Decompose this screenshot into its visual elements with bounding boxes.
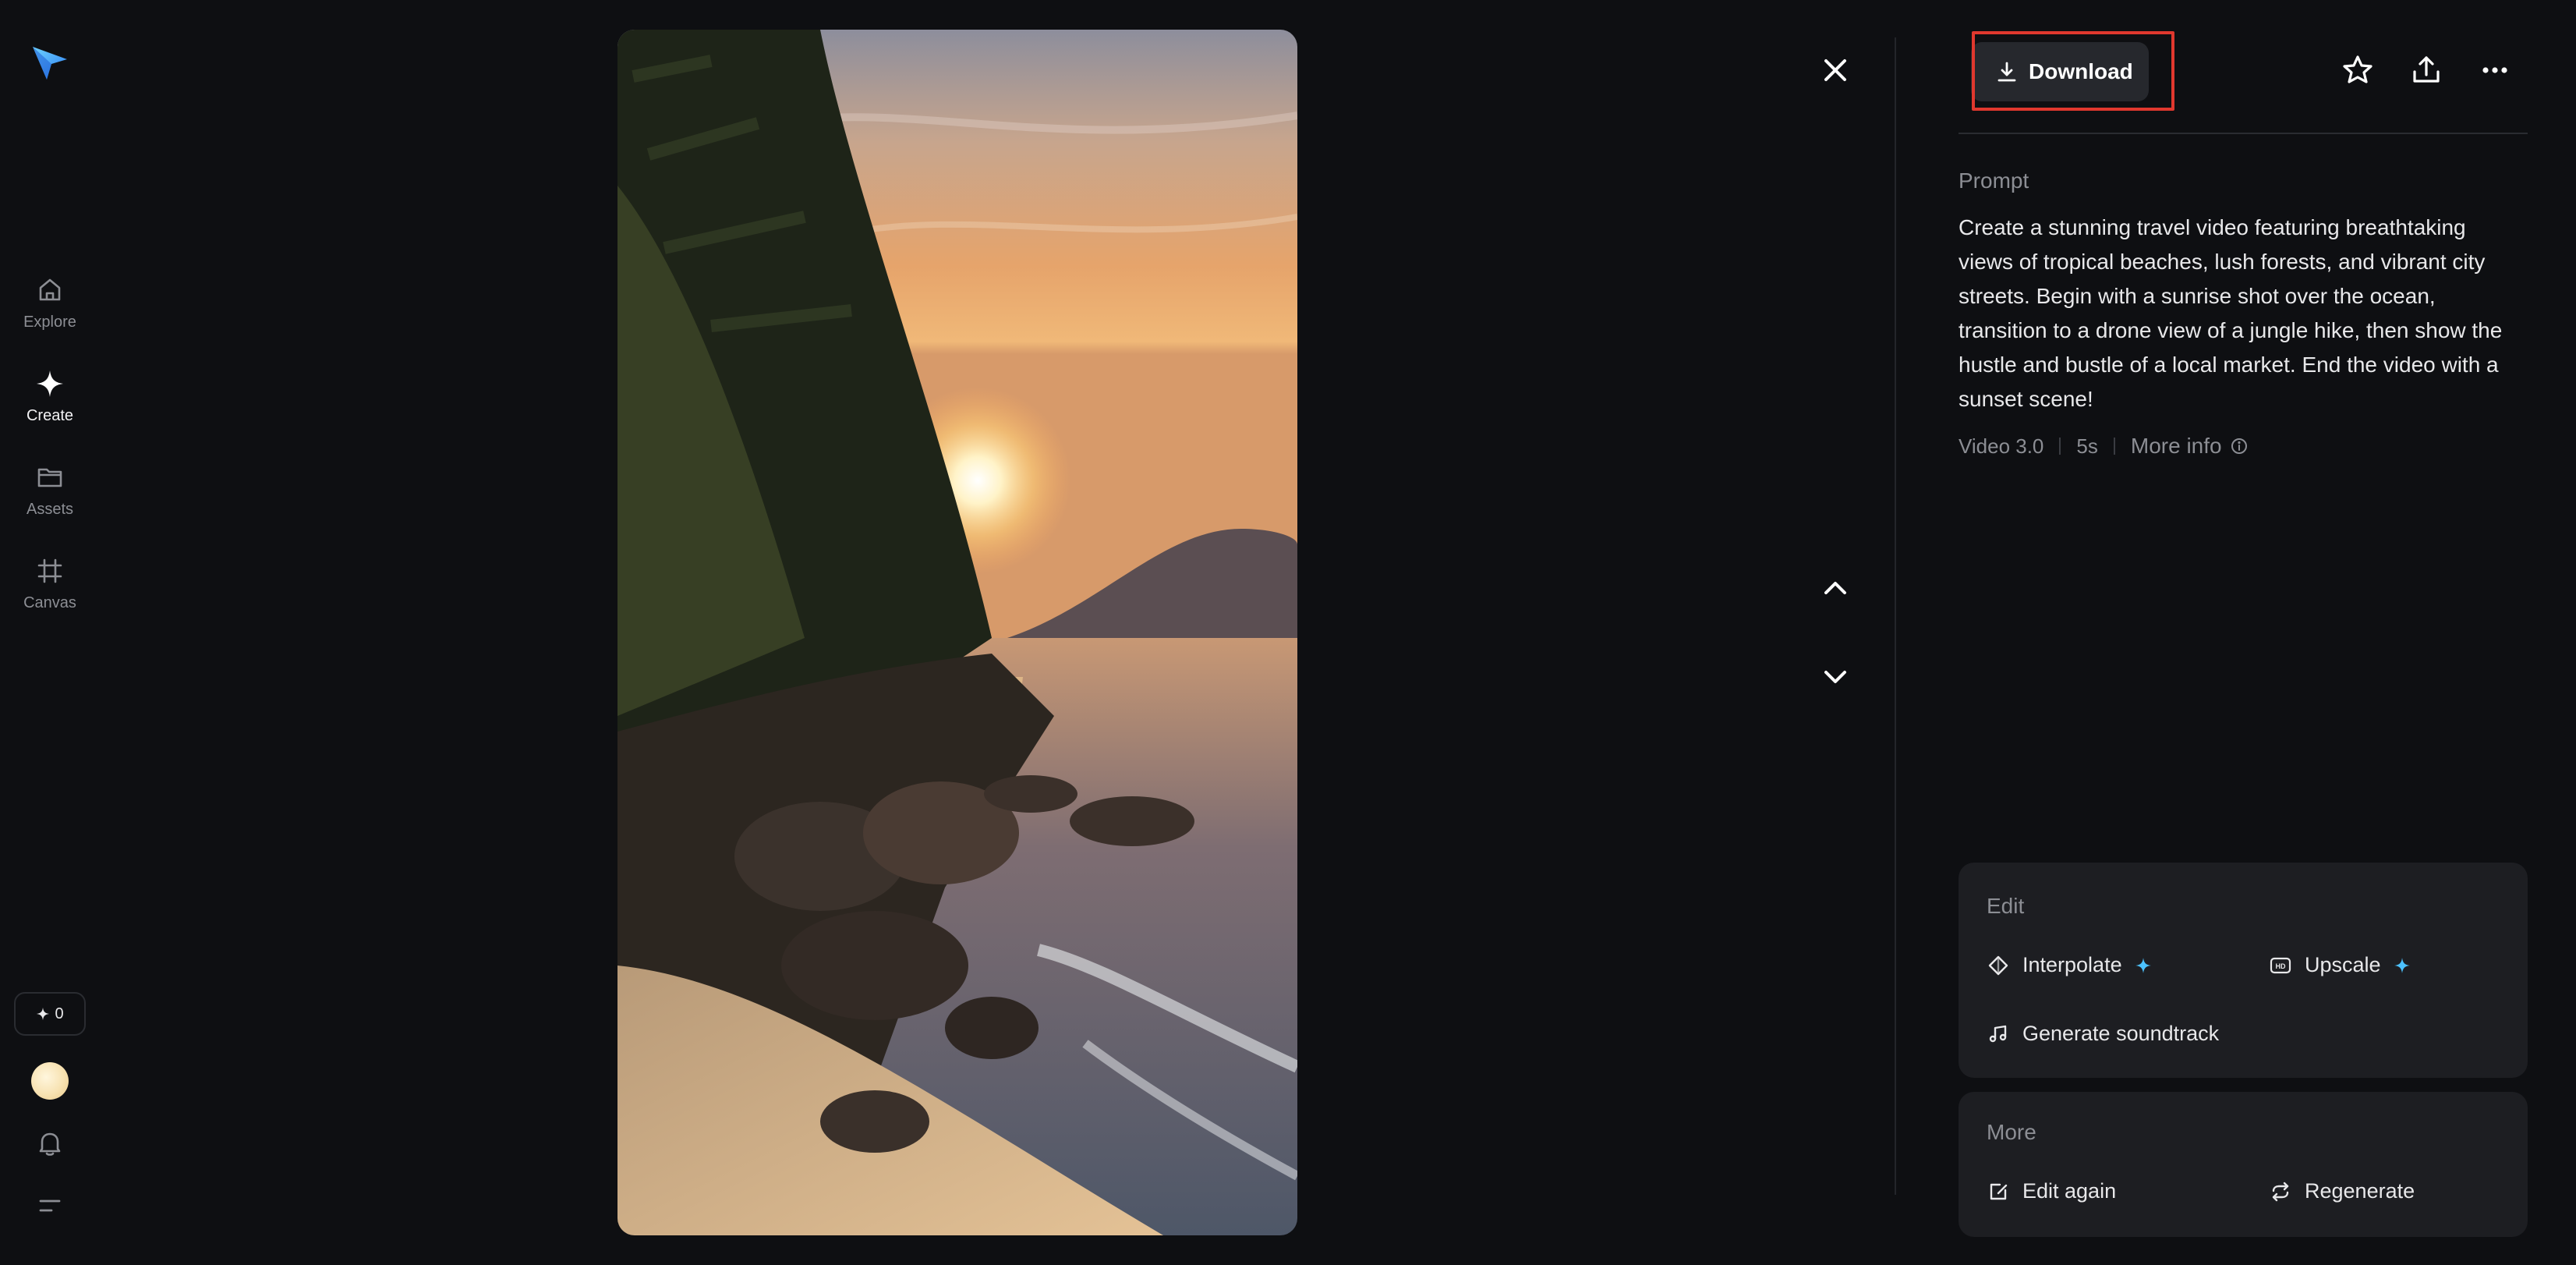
credits-badge[interactable]: 0: [14, 992, 86, 1036]
logo-icon[interactable]: [30, 42, 70, 83]
interpolate-label: Interpolate: [2022, 953, 2122, 976]
edit-icon: [1990, 1183, 2008, 1199]
avatar[interactable]: [31, 1062, 69, 1100]
more-info-label: More info: [2130, 434, 2222, 458]
prompt-label: Prompt: [1959, 168, 2029, 193]
sparkle-icon: [2135, 957, 2151, 973]
model-version: Video 3.0: [1959, 434, 2044, 458]
sidebar: Explore Create Assets Canvas 0: [0, 0, 100, 1265]
edit-again-button[interactable]: Edit again: [1987, 1179, 2116, 1203]
share-icon[interactable]: [2408, 51, 2445, 89]
sidebar-item-label: Assets: [26, 501, 74, 518]
prompt-text: Create a stunning travel video featuring…: [1959, 215, 2503, 411]
credits-count: 0: [55, 1005, 64, 1022]
panel-divider: [1895, 37, 1896, 1195]
upscale-button[interactable]: HD Upscale: [2269, 953, 2411, 977]
interpolate-button[interactable]: Interpolate: [1987, 953, 2152, 977]
sidebar-item-assets[interactable]: Assets: [0, 462, 100, 540]
sidebar-item-label: Create: [26, 407, 74, 424]
edit-card: Edit Interpolate HD Upscale Generate sou…: [1959, 863, 2528, 1078]
sparkle-icon: [37, 1007, 50, 1021]
download-button[interactable]: Download: [1971, 42, 2149, 101]
more-info-link[interactable]: More info: [2131, 434, 2249, 459]
edit-again-label: Edit again: [2022, 1179, 2117, 1203]
bell-icon[interactable]: [34, 1128, 65, 1159]
star-icon[interactable]: [2339, 51, 2376, 89]
sparkle-icon: [37, 370, 63, 397]
sparkle-icon: [2394, 957, 2410, 973]
sidebar-item-canvas[interactable]: Canvas: [0, 555, 100, 633]
hd-icon: HD: [2270, 957, 2291, 973]
info-icon: [2231, 438, 2247, 454]
more-card-title: More: [1987, 1120, 2036, 1144]
more-card: More Edit again Regenerate: [1959, 1092, 2528, 1237]
duration: 5s: [2076, 434, 2098, 458]
video-preview[interactable]: [617, 30, 1297, 1235]
regenerate-icon: [2272, 1182, 2289, 1201]
sidebar-item-label: Canvas: [23, 594, 76, 611]
regenerate-button[interactable]: Regenerate: [2269, 1179, 2415, 1203]
sidebar-item-explore[interactable]: Explore: [0, 275, 100, 353]
svg-text:HD: HD: [2276, 962, 2286, 970]
generate-soundtrack-button[interactable]: Generate soundtrack: [1987, 1022, 2219, 1046]
generate-soundtrack-label: Generate soundtrack: [2022, 1022, 2220, 1045]
frame-icon: [37, 558, 62, 583]
folder-icon: [37, 468, 62, 487]
chevron-up-icon[interactable]: [1817, 569, 1854, 607]
chevron-down-icon[interactable]: [1817, 658, 1854, 696]
meta-separator: [2059, 438, 2061, 455]
sidebar-item-create[interactable]: Create: [0, 368, 100, 446]
meta-row: Video 3.0 5s More info: [1959, 434, 2249, 459]
interpolate-icon: [1988, 955, 2008, 975]
download-label: Download: [2029, 59, 2133, 83]
app-root: Explore Create Assets Canvas 0 Download …: [0, 0, 2576, 1265]
edit-card-title: Edit: [1987, 894, 2025, 918]
menu-icon[interactable]: [34, 1190, 65, 1221]
upscale-label: Upscale: [2305, 953, 2381, 976]
sidebar-item-label: Explore: [23, 314, 76, 331]
close-icon[interactable]: [1817, 51, 1854, 89]
details-panel: Download Prompt Create a stunning travel…: [1959, 0, 2528, 1265]
more-options-icon[interactable]: [2476, 51, 2514, 89]
video-frame-image: [617, 30, 1297, 1235]
meta-separator: [2113, 438, 2115, 455]
regenerate-label: Regenerate: [2305, 1179, 2415, 1203]
download-icon: [1997, 62, 2016, 82]
home-icon: [39, 278, 61, 301]
header-divider: [1959, 133, 2528, 134]
music-note-icon: [1989, 1025, 2007, 1042]
